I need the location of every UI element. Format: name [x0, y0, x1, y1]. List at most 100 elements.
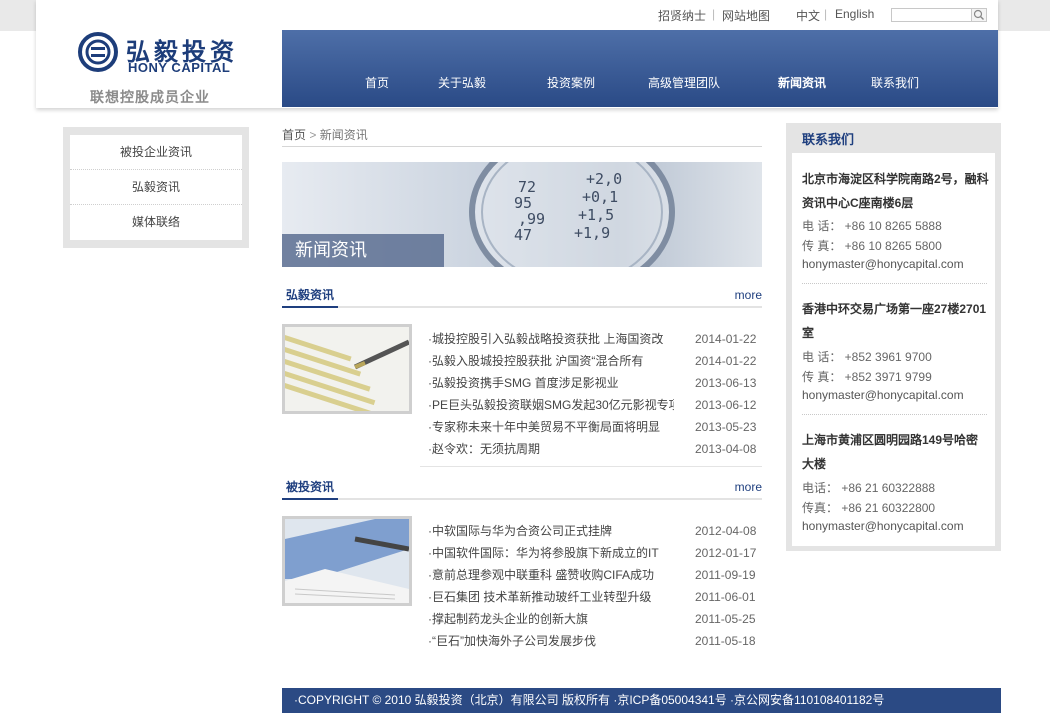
- news-title[interactable]: ·中国软件国际：华为将参股旗下新成立的IT: [428, 542, 674, 564]
- news-title[interactable]: ·城投控股引入弘毅战略投资获批 上海国资改: [428, 328, 674, 350]
- list-item[interactable]: ·专家称未来十年中美贸易不平衡局面将明显 2013-05-23: [428, 416, 762, 438]
- logo-circle-icon: [78, 32, 118, 72]
- news-title[interactable]: ·巨石集团 技术革新推动玻纤工业转型升级: [428, 586, 674, 608]
- left-menu-item-portfolio-news[interactable]: 被投企业资讯: [70, 135, 242, 170]
- news-title[interactable]: ·弘毅入股城投控股获批 沪国资“混合所有: [428, 350, 674, 372]
- svg-text:+0,1: +0,1: [582, 188, 618, 206]
- news-title[interactable]: ·PE巨头弘毅投资联姻SMG发起30亿元影视专项: [428, 394, 674, 416]
- util-separator: |: [712, 7, 716, 21]
- section-title: 弘毅资讯: [282, 286, 339, 308]
- list-item[interactable]: ·撑起制药龙头企业的创新大旗 2011-05-25: [428, 608, 762, 630]
- contact-sidebar: 联系我们 北京市海淀区科学院南路2号，融科资讯中心C座南楼6层 电 话： +86…: [786, 123, 1001, 551]
- news-title[interactable]: ·撑起制药龙头企业的创新大旗: [428, 608, 674, 630]
- svg-text:+1,5: +1,5: [578, 206, 614, 224]
- contact-list: 北京市海淀区科学院南路2号，融科资讯中心C座南楼6层 电 话： +86 10 8…: [792, 153, 995, 546]
- news-title[interactable]: ·中软国际与华为合资公司正式挂牌: [428, 520, 674, 542]
- more-link[interactable]: more: [735, 480, 762, 494]
- news-title[interactable]: ·弘毅投资携手SMG 首度涉足影视业: [428, 372, 674, 394]
- news-date: 2013-04-08: [695, 442, 757, 456]
- list-item[interactable]: ·巨石集团 技术革新推动玻纤工业转型升级 2011-06-01: [428, 586, 762, 608]
- recruit-link[interactable]: 招贤纳士: [658, 7, 706, 24]
- office-fax: 传真： +86 21 60322800: [802, 501, 936, 515]
- breadcrumb: 首页 > 新闻资讯: [282, 126, 368, 143]
- section-header-portfolio-news: 被投资讯 more: [282, 480, 762, 500]
- left-menu-item-media[interactable]: 媒体联络: [70, 205, 242, 240]
- chart-paper-image: [285, 327, 409, 411]
- banner-label: 新闻资讯: [282, 234, 444, 267]
- breadcrumb-divider: [282, 146, 762, 147]
- breadcrumb-current: 新闻资讯: [319, 128, 368, 142]
- office-tel: 电话： +86 21 60322888: [802, 481, 936, 495]
- laptop-pen-image: [285, 519, 409, 603]
- search-icon: [973, 9, 984, 20]
- news-title[interactable]: ·专家称未来十年中美贸易不平衡局面将明显: [428, 416, 674, 438]
- office-divider: [802, 414, 987, 415]
- search-button[interactable]: [971, 8, 987, 22]
- svg-text:47: 47: [514, 226, 532, 244]
- main-nav: 首页 关于弘毅 投资案例 高级管理团队 新闻资讯 联系我们: [282, 30, 998, 107]
- office-address-beijing: 北京市海淀区科学院南路2号，融科资讯中心C座南楼6层: [802, 172, 989, 210]
- office-fax: 传 真： +86 10 8265 5800: [802, 239, 942, 253]
- logo-english: HONY CAPITAL: [128, 60, 231, 75]
- office-divider: [802, 283, 987, 284]
- news-date: 2014-01-22: [695, 354, 757, 368]
- news-date: 2014-01-22: [695, 332, 757, 346]
- left-menu: 被投企业资讯 弘毅资讯 媒体联络: [70, 135, 242, 240]
- office-email[interactable]: honymaster@honycapital.com: [802, 257, 964, 271]
- news-date: 2013-06-13: [695, 376, 757, 390]
- logo[interactable]: 弘毅投资 HONY CAPITAL: [78, 30, 258, 76]
- list-item[interactable]: ·中软国际与华为合资公司正式挂牌 2012-04-08: [428, 520, 762, 542]
- breadcrumb-home[interactable]: 首页: [282, 128, 306, 142]
- sitemap-link[interactable]: 网站地图: [722, 7, 770, 24]
- nav-item-home[interactable]: 首页: [365, 74, 389, 91]
- office-tel: 电 话： +852 3961 9700: [802, 350, 932, 364]
- header: 弘毅投资 HONY CAPITAL 联想控股成员企业 招贤纳士 | 网站地图 中…: [36, 0, 998, 108]
- section-header-hony-news: 弘毅资讯 more: [282, 288, 762, 308]
- left-menu-item-hony-news[interactable]: 弘毅资讯: [70, 170, 242, 205]
- news-date: 2012-04-08: [695, 524, 757, 538]
- news-date: 2013-06-12: [695, 398, 757, 412]
- more-link[interactable]: more: [735, 288, 762, 302]
- footer: ·COPYRIGHT © 2010 弘毅投资（北京）有限公司 版权所有 ·京IC…: [282, 688, 1001, 713]
- section-thumbnail: [282, 516, 412, 606]
- nav-item-contact[interactable]: 联系我们: [871, 74, 919, 91]
- news-title[interactable]: ·“巨石”加快海外子公司发展步伐: [428, 630, 674, 652]
- svg-text:+1,9: +1,9: [574, 224, 610, 242]
- list-item[interactable]: ·弘毅入股城投控股获批 沪国资“混合所有 2014-01-22: [428, 350, 762, 372]
- nav-item-news[interactable]: 新闻资讯: [778, 74, 826, 91]
- news-date: 2011-09-19: [695, 568, 756, 582]
- section-title: 被投资讯: [282, 478, 339, 500]
- svg-text:+2,0: +2,0: [586, 170, 622, 188]
- news-date: 2011-06-01: [695, 590, 756, 604]
- office-email[interactable]: honymaster@honycapital.com: [802, 519, 964, 533]
- nav-item-about[interactable]: 关于弘毅: [438, 74, 486, 91]
- search-input[interactable]: [891, 8, 973, 22]
- news-title[interactable]: ·赵令欢：无须抗周期: [428, 438, 674, 460]
- office-email[interactable]: honymaster@honycapital.com: [802, 388, 964, 402]
- nav-item-team[interactable]: 高级管理团队: [648, 74, 720, 91]
- lang-english-link[interactable]: English: [835, 7, 874, 21]
- lang-chinese-link[interactable]: 中文: [796, 7, 820, 24]
- contact-title: 联系我们: [802, 132, 855, 147]
- nav-item-portfolio[interactable]: 投资案例: [547, 74, 595, 91]
- list-item[interactable]: ·赵令欢：无须抗周期 2013-04-08: [428, 438, 762, 460]
- list-item[interactable]: ·中国软件国际：华为将参股旗下新成立的IT 2012-01-17: [428, 542, 762, 564]
- office-address-hongkong: 香港中环交易广场第一座27楼2701室: [802, 302, 987, 340]
- list-item[interactable]: ·意前总理参观中联重科 盛赞收购CIFA成功 2011-09-19: [428, 564, 762, 586]
- news-date: 2012-01-17: [695, 546, 757, 560]
- tagline: 联想控股成员企业: [90, 89, 210, 105]
- office-tel: 电 话： +86 10 8265 5888: [802, 219, 942, 233]
- list-item[interactable]: ·PE巨头弘毅投资联姻SMG发起30亿元影视专项 2013-06-12: [428, 394, 762, 416]
- util-separator: |: [824, 7, 828, 21]
- office-fax: 传 真： +852 3971 9799: [802, 370, 932, 384]
- news-date: 2011-05-18: [695, 634, 756, 648]
- list-item[interactable]: ·“巨石”加快海外子公司发展步伐 2011-05-18: [428, 630, 762, 652]
- section-thumbnail: [282, 324, 412, 414]
- news-banner: 72 95,99 47 +2,0 +0,1 +1,5 +1,9 新闻资讯: [282, 162, 762, 267]
- list-item[interactable]: ·弘毅投资携手SMG 首度涉足影视业 2013-06-13: [428, 372, 762, 394]
- list-item[interactable]: ·城投控股引入弘毅战略投资获批 上海国资改 2014-01-22: [428, 328, 762, 350]
- news-title[interactable]: ·意前总理参观中联重科 盛赞收购CIFA成功: [428, 564, 674, 586]
- section-divider: [420, 466, 762, 467]
- news-date: 2013-05-23: [695, 420, 757, 434]
- breadcrumb-separator: >: [309, 128, 317, 142]
